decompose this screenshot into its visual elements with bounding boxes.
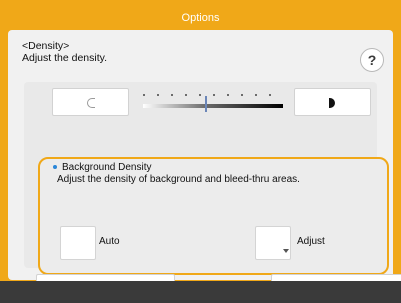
slider-tick	[241, 94, 243, 96]
half-circle-dark-icon	[329, 98, 335, 108]
bottom-status-strip	[0, 281, 401, 303]
heading-line-2: Adjust the density.	[22, 52, 108, 64]
auto-label: Auto	[99, 236, 120, 247]
help-button[interactable]: ?	[360, 48, 384, 72]
slider-tick	[213, 94, 215, 96]
background-density-title-text: Background Density	[62, 162, 152, 173]
bullet-icon	[53, 165, 57, 170]
adjust-label: Adjust	[297, 236, 325, 247]
background-density-title: Background Density	[53, 162, 152, 174]
slider-handle[interactable]	[205, 96, 207, 112]
background-density-description: Adjust the density of background and ble…	[57, 174, 300, 185]
half-circle-light-icon	[87, 98, 95, 108]
slider-tick	[185, 94, 187, 96]
small-arrow-icon	[283, 249, 289, 253]
slider-tick	[227, 94, 229, 96]
auto-button[interactable]	[60, 226, 96, 260]
adjust-button[interactable]	[255, 226, 291, 260]
heading-line-1: <Density>	[22, 40, 70, 52]
slider-tick	[269, 94, 271, 96]
density-gradient	[143, 104, 283, 108]
density-heading: <Density> Adjust the density.	[22, 40, 107, 64]
lighter-button[interactable]	[52, 88, 129, 116]
slider-tick	[157, 94, 159, 96]
density-control-row	[24, 88, 377, 116]
slider-tick	[255, 94, 257, 96]
slider-tick	[199, 94, 201, 96]
slider-tick	[143, 94, 145, 96]
darker-button[interactable]	[294, 88, 371, 116]
options-panel: <Density> Adjust the density. ? Backgrou	[8, 30, 401, 302]
window-title: Options	[8, 8, 393, 28]
density-slider[interactable]	[143, 94, 283, 114]
slider-tick	[171, 94, 173, 96]
